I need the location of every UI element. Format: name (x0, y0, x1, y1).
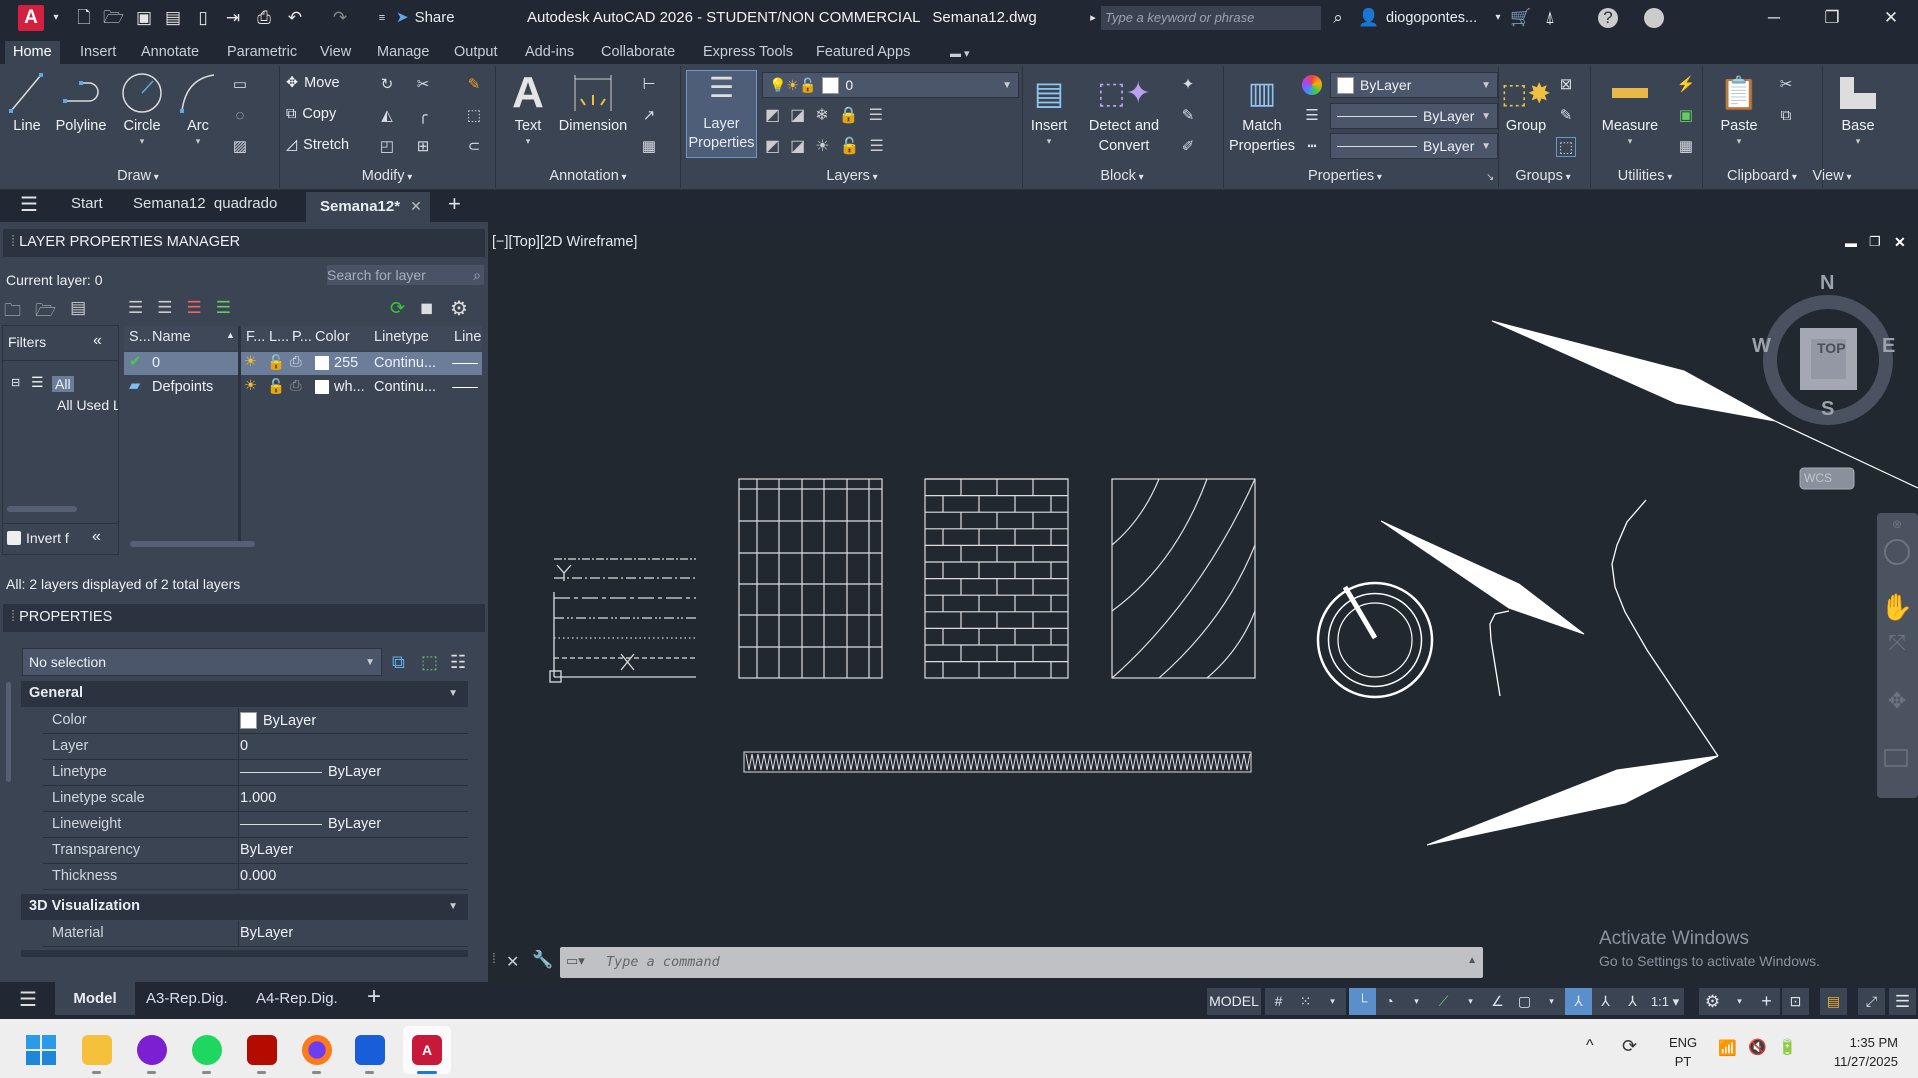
viewcube-north[interactable]: N (1820, 272, 1834, 295)
grid-icon[interactable]: # (1265, 988, 1292, 1015)
polar-icon[interactable]: ◔ (1376, 988, 1403, 1015)
volume-muted-icon[interactable]: 🔇 (1748, 1038, 1767, 1056)
grid-border (738, 478, 883, 679)
customization-menu-icon[interactable]: ☰ (1889, 988, 1916, 1015)
viewcube-east[interactable]: E (1882, 335, 1895, 358)
battery-icon[interactable]: 🔋 (1778, 1038, 1797, 1056)
tab-a4-layout[interactable]: A4-Rep.Dig. (256, 990, 338, 1007)
workspace-dropdown-icon[interactable]: ▾ (1726, 988, 1753, 1015)
model-tab-label: Model (73, 990, 117, 1007)
wcs-label[interactable]: WCS (1804, 471, 1832, 485)
zigzag-line (745, 753, 1251, 771)
grid-hatch-square (738, 478, 883, 679)
snap-dropdown-icon[interactable]: ▾ (1319, 988, 1346, 1015)
sync-icon[interactable]: ⟳ (1622, 1036, 1637, 1057)
annotation-visibility-icon[interactable]: ⅄ (1565, 988, 1592, 1015)
firefox-private-icon[interactable] (137, 1035, 167, 1065)
osnap-dropdown-icon[interactable]: ▾ (1538, 988, 1565, 1015)
svg-text:⊗: ⊗ (1892, 517, 1902, 531)
arc-hatch-square (1111, 478, 1256, 679)
clock[interactable]: 1:35 PM 11/27/2025 (1810, 1033, 1898, 1071)
active-app-indicator (417, 1071, 437, 1074)
layouts-menu-icon[interactable]: ☰ (19, 987, 37, 1012)
object-snap-icon[interactable]: ▢ (1511, 988, 1538, 1015)
new-layout-icon[interactable]: + (367, 983, 381, 1011)
show-hidden-icons-chevron[interactable]: ^ (1586, 1037, 1594, 1055)
time: 1:35 PM (1849, 1035, 1898, 1050)
scale-value: 1:1 (1650, 994, 1669, 1009)
viewcube-top-face[interactable]: TOP (1817, 340, 1846, 356)
viewcube-south[interactable]: S (1821, 398, 1834, 421)
annotation-scale-dropdown[interactable]: 1:1 ▾ (1646, 988, 1684, 1015)
svg-text:⤧: ⤧ (1888, 630, 1906, 655)
command-placeholder: Type a command (606, 954, 720, 970)
command-close-icon[interactable]: ✕ (506, 952, 519, 972)
command-history-icon[interactable]: ▭▾ (566, 953, 585, 969)
viewcube-west[interactable]: W (1752, 335, 1771, 358)
command-customize-wrench-icon[interactable]: 🔧 (532, 950, 553, 970)
wifi-icon[interactable]: 📶 (1718, 1039, 1737, 1057)
isometric-icon[interactable]: ⟋ (1430, 988, 1457, 1015)
word-icon[interactable] (355, 1035, 385, 1065)
clean-screen-icon[interactable]: ⤢ (1858, 988, 1885, 1015)
drawing-canvas: ⊗ ✋ ⤧ ✥ (549, 295, 1918, 846)
zigzag-insulation-bar (743, 751, 1252, 773)
model-space-toggle[interactable]: MODEL (1207, 988, 1261, 1015)
command-input[interactable]: ▭▾ Type a command ▲ (560, 947, 1483, 978)
units-icon[interactable]: ⊡ (1782, 988, 1809, 1015)
tab-model[interactable]: Model (55, 982, 135, 1015)
firefox-icon[interactable] (302, 1035, 332, 1065)
svg-text:✥: ✥ (1888, 688, 1906, 713)
workspace-gear-icon[interactable]: ⚙ (1699, 988, 1726, 1015)
auto-scale-icon[interactable]: ⅄ (1592, 988, 1619, 1015)
quick-properties-icon[interactable]: ▤ (1820, 988, 1847, 1015)
model-label: MODEL (1209, 993, 1259, 1009)
ortho-icon[interactable]: └ (1349, 988, 1376, 1015)
date: 11/27/2025 (1833, 1054, 1898, 1069)
lang-line2: PT (1674, 1054, 1692, 1069)
file-explorer-icon[interactable] (82, 1035, 112, 1065)
spotify-icon[interactable] (192, 1035, 222, 1065)
activate-windows-title: Activate Windows (1599, 928, 1749, 949)
command-expand-icon[interactable]: ▲ (1467, 955, 1477, 966)
command-grip-icon[interactable]: ⁞ (492, 950, 496, 966)
svg-text:✋: ✋ (1881, 592, 1913, 622)
navigation-bar[interactable]: ⊗ ✋ ⤧ ✥ (1877, 513, 1918, 798)
snap-icon[interactable]: ⁙ (1292, 988, 1319, 1015)
lang-line1: ENG (1669, 1035, 1698, 1050)
object-snap-tracking-icon[interactable]: ∠ (1484, 988, 1511, 1015)
tab-a3-layout[interactable]: A3-Rep.Dig. (146, 990, 228, 1007)
iso-dropdown-icon[interactable]: ▾ (1457, 988, 1484, 1015)
circle-dial (1316, 581, 1434, 699)
viewcube[interactable] (1763, 295, 1893, 490)
polar-dropdown-icon[interactable]: ▾ (1403, 988, 1430, 1015)
windows-start-icon[interactable] (26, 1035, 56, 1065)
acrobat-icon[interactable] (247, 1035, 277, 1065)
language-indicator[interactable]: ENG PT (1669, 1033, 1697, 1071)
autocad-icon: A (412, 1035, 442, 1065)
activate-windows-subtitle: Go to Settings to activate Windows. (1599, 953, 1820, 969)
annotation-monitor-icon[interactable]: + (1753, 988, 1780, 1015)
annotation-scale-icon[interactable]: ⅄ (1619, 988, 1646, 1015)
spike-shapes (1380, 320, 1918, 846)
brick-hatch-square (924, 478, 1069, 679)
linetype-samples (549, 558, 696, 683)
